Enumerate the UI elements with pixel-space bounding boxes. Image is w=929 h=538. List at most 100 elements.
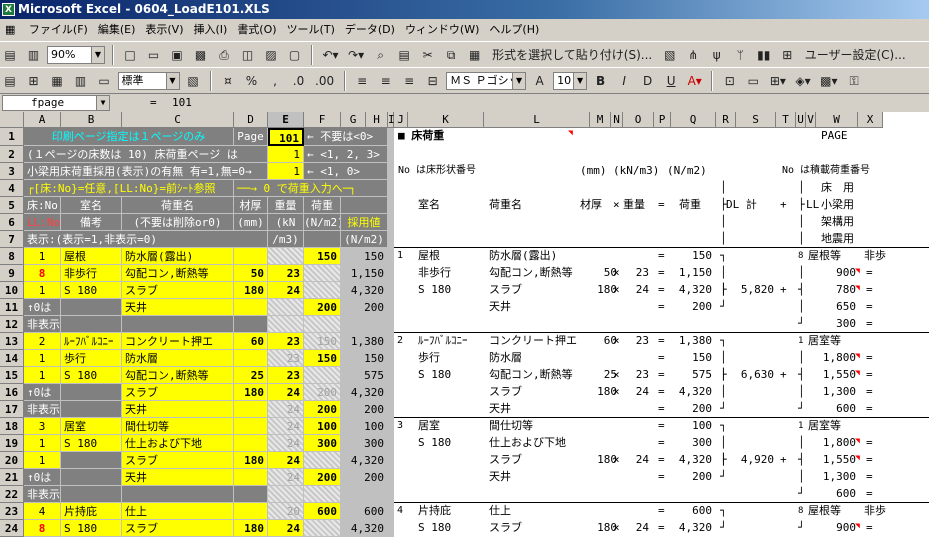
header-mm[interactable]: (mm) (234, 214, 268, 231)
open-icon[interactable]: ▭ (144, 45, 164, 65)
excel-icon[interactable]: X (2, 3, 15, 16)
floor-no-cell[interactable]: 非表示 (24, 316, 61, 333)
menu-item[interactable]: 編集(E) (93, 19, 141, 41)
divider-cell[interactable] (388, 333, 394, 350)
chart-icon[interactable]: ▮▮ (754, 45, 774, 65)
row-icon[interactable]: ▭ (94, 71, 114, 91)
chevron-down-icon[interactable]: ▼ (165, 73, 179, 89)
room-cell[interactable]: S 180 (61, 282, 122, 299)
column-header[interactable]: A (24, 112, 61, 128)
row-header[interactable]: 6 (0, 214, 24, 231)
row-header[interactable]: 4 (0, 180, 24, 197)
adopted-cell[interactable]: 1,380 (341, 333, 388, 350)
menu-item[interactable]: ツール(T) (282, 19, 340, 41)
align-left-icon[interactable]: ≡ (352, 71, 372, 91)
divider-cell[interactable] (388, 316, 394, 333)
thickness-cell[interactable] (234, 503, 268, 520)
weight-cell[interactable] (268, 486, 304, 503)
load-cell[interactable]: 100 (304, 418, 341, 435)
select-all-corner[interactable] (0, 112, 24, 128)
column-header[interactable]: D (234, 112, 268, 128)
load-name-cell[interactable] (122, 486, 234, 503)
font-select[interactable]: ＭＳ Ｐゴシッ ▼ (446, 72, 527, 90)
row-header[interactable]: 15 (0, 367, 24, 384)
thickness-cell[interactable]: 180 (234, 384, 268, 401)
network-icon[interactable]: ᛘ (730, 45, 750, 65)
floor-no-note[interactable]: ┌[床:No}=任意,[LL:No}=前ｼｰﾄ参照 (24, 180, 234, 197)
beam-load-note[interactable]: ← <1, 0> (304, 163, 388, 180)
row-header[interactable]: 22 (0, 486, 24, 503)
load-name-cell[interactable]: 天井 (122, 299, 234, 316)
load-name-cell[interactable] (122, 316, 234, 333)
load-cell[interactable]: 200 (304, 384, 341, 401)
thickness-cell[interactable]: 180 (234, 452, 268, 469)
floor-no-cell[interactable]: 8 (24, 265, 61, 282)
floor-no-cell[interactable]: 1 (24, 435, 61, 452)
column-icon[interactable]: ▥ (71, 71, 91, 91)
font-size-select[interactable]: 10 ▼ (553, 72, 588, 90)
thickness-cell[interactable] (234, 316, 268, 333)
thickness-cell[interactable] (234, 299, 268, 316)
row-header[interactable]: 5 (0, 197, 24, 214)
load-input-note[interactable]: ──→ 0 で荷重入力へ─┐ (234, 180, 388, 197)
menu-item[interactable]: ウィンドウ(W) (400, 19, 484, 41)
load-cell[interactable]: 150 (304, 350, 341, 367)
weight-cell[interactable]: 20 (268, 503, 304, 520)
thickness-cell[interactable] (234, 486, 268, 503)
row-header[interactable]: 10 (0, 282, 24, 299)
borders-dropdown-icon[interactable]: ⊞▾ (767, 71, 789, 91)
column-header[interactable]: K (408, 112, 484, 128)
cut-icon[interactable]: ✂ (418, 45, 438, 65)
column-header[interactable]: H (366, 112, 388, 128)
floor-no-cell[interactable]: 2 (24, 333, 61, 350)
column-header[interactable]: L (484, 112, 590, 128)
header-floor-no[interactable]: 床:No (24, 197, 61, 214)
divider-cell[interactable] (388, 299, 394, 316)
print-page-note[interactable]: 印刷ページ指定は１ページのみ (24, 128, 234, 146)
print-icon[interactable]: ⎙ (214, 45, 234, 65)
divider-cell[interactable] (388, 367, 394, 384)
load-name-cell[interactable]: 間仕切等 (122, 418, 234, 435)
room-cell[interactable] (61, 469, 122, 486)
menu-item[interactable]: ヘルプ(H) (484, 19, 544, 41)
room-cell[interactable] (61, 384, 122, 401)
load-name-cell[interactable]: スラブ (122, 452, 234, 469)
room-cell[interactable]: S 180 (61, 435, 122, 452)
spreadsheet-grid[interactable]: A B C D E F G H I J K L M N O P Q R S T U V W X 1 2 3 4 5 6 7 8 9 10 11 12 1… (0, 112, 929, 538)
beam-load-text[interactable]: 小梁用床荷重採用(表示)の有無 有=1,無=0→ (24, 163, 268, 180)
column-header[interactable]: U (796, 112, 806, 128)
underline-button[interactable]: U (661, 71, 681, 91)
load-cell[interactable] (304, 316, 341, 333)
column-header[interactable]: J (394, 112, 408, 128)
divider-cell[interactable] (388, 452, 394, 469)
column-header[interactable]: C (122, 112, 234, 128)
menu-item[interactable]: 表示(V) (140, 19, 188, 41)
divider-cell[interactable] (388, 486, 394, 503)
header-nm2[interactable]: (N/m2) (304, 214, 341, 231)
column-header[interactable]: O (623, 112, 654, 128)
normal-view-icon[interactable]: ▤ (0, 45, 20, 65)
divider-cell[interactable] (388, 265, 394, 282)
header-arrow[interactable] (341, 197, 388, 214)
column-header[interactable]: T (776, 112, 796, 128)
adopted-cell[interactable] (341, 316, 388, 333)
header-adopted[interactable]: 採用値 (341, 214, 388, 231)
page-label[interactable]: Page (234, 128, 268, 146)
floor-no-cell[interactable]: 1 (24, 248, 61, 265)
page-value-input[interactable]: 101 (268, 128, 304, 146)
new-icon[interactable]: □ (120, 45, 140, 65)
row-header[interactable]: 7 (0, 231, 24, 248)
trace-icon[interactable]: ψ (707, 45, 727, 65)
adopted-cell[interactable]: 4,320 (341, 384, 388, 401)
row-header[interactable]: 3 (0, 163, 24, 180)
page-note[interactable]: ← 不要は<0> (304, 128, 388, 146)
header-weight[interactable]: 重量 (268, 197, 304, 214)
thickness-cell[interactable]: 180 (234, 520, 268, 537)
column-header[interactable]: W (816, 112, 858, 128)
borders-icon[interactable]: ⊡ (720, 71, 740, 91)
menu-item[interactable]: データ(D) (340, 19, 400, 41)
menu-item[interactable]: ファイル(F) (24, 19, 93, 41)
adopted-cell[interactable]: 575 (341, 367, 388, 384)
divider-cell[interactable] (388, 128, 394, 146)
weight-cell[interactable]: 23 (268, 265, 304, 282)
